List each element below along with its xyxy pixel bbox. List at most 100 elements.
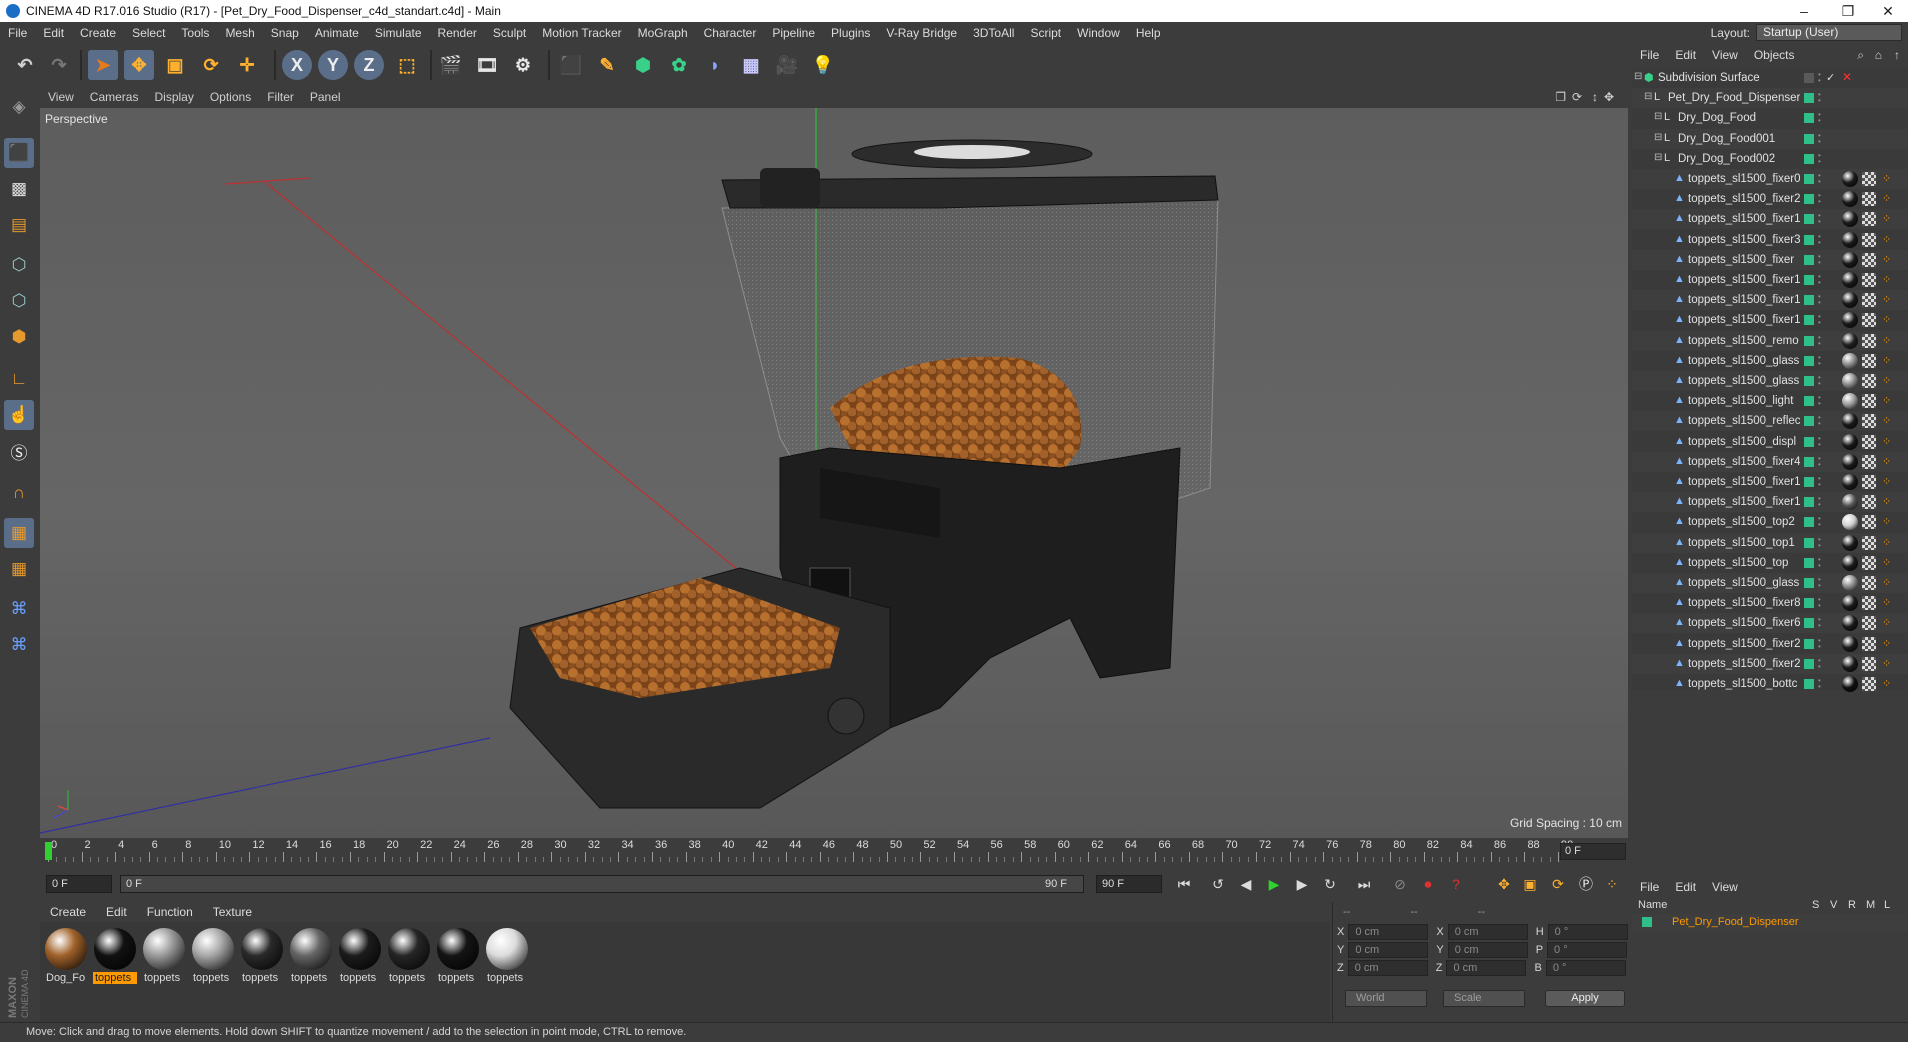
object-row[interactable]: ▲ toppets_sl1500_fixer1 • • ⁘ (1632, 209, 1908, 230)
menu-create[interactable]: Create (72, 26, 124, 40)
visibility-dots-icon[interactable]: • • (1818, 273, 1822, 287)
viewport-menu-view[interactable]: View (40, 90, 82, 104)
material-menu-create[interactable]: Create (40, 905, 96, 919)
texture-tag-icon[interactable] (1862, 454, 1876, 469)
scale-tool-icon[interactable]: ▣ (160, 50, 190, 80)
visibility-dots-icon[interactable]: • • (1818, 151, 1822, 165)
visibility-dots-icon[interactable]: • • (1818, 576, 1822, 590)
viewport-menu-panel[interactable]: Panel (302, 90, 349, 104)
material-tag-icon[interactable] (1842, 494, 1858, 511)
menu-script[interactable]: Script (1022, 26, 1069, 40)
object-row[interactable]: ▲ toppets_sl1500_fixer2 • • ⁘ (1632, 653, 1908, 674)
layer-color-icon[interactable] (1804, 254, 1814, 265)
material-tag-icon[interactable] (1842, 595, 1858, 612)
visibility-dots-icon[interactable]: • • (1818, 454, 1822, 468)
menu-mesh[interactable]: Mesh (217, 26, 262, 40)
menu-edit[interactable]: Edit (35, 26, 72, 40)
texture-tag-icon[interactable] (1862, 576, 1876, 590)
material-tag-icon[interactable] (1842, 514, 1858, 531)
layer-color-icon[interactable] (1804, 618, 1814, 629)
layer-color-icon[interactable] (1804, 497, 1814, 508)
phong-tag-icon[interactable]: ⁘ (1882, 475, 1896, 489)
expand-toggle-icon[interactable]: ⊟ (1634, 71, 1642, 82)
material-tag-icon[interactable] (1842, 373, 1858, 389)
material-menu-function[interactable]: Function (137, 905, 203, 919)
start-frame-field[interactable]: 0 F (46, 875, 112, 893)
visibility-dots-icon[interactable]: • • (1818, 394, 1822, 408)
phong-tag-icon[interactable]: ⁘ (1882, 455, 1896, 469)
solo-mode-icon[interactable]: Ⓢ (4, 436, 34, 466)
rotate-tool-icon[interactable]: ⟳ (196, 50, 226, 80)
position-y-field[interactable]: 0 cm (1348, 942, 1429, 958)
restore-button[interactable]: ❐ (1826, 0, 1870, 22)
layer-color-icon[interactable] (1804, 638, 1814, 649)
object-row[interactable]: ▲ toppets_sl1500_fixer1 • • ⁘ (1632, 290, 1908, 311)
polygons-mode-icon[interactable]: ⬢ (4, 322, 34, 352)
material-tag-icon[interactable] (1842, 433, 1858, 450)
texture-tag-icon[interactable] (1862, 293, 1876, 308)
visibility-dots-icon[interactable]: • • (1818, 636, 1822, 650)
material-tag-icon[interactable] (1842, 635, 1858, 652)
cloner-icon[interactable]: ✿ (664, 50, 694, 80)
material-tag-icon[interactable] (1842, 453, 1858, 470)
layer-color-icon[interactable] (1804, 396, 1814, 407)
tweak-mode-icon[interactable]: ☝ (4, 400, 34, 430)
world-coordinates-icon[interactable]: ⬚ (392, 50, 422, 80)
layout-dropdown[interactable]: Startup (User) (1756, 24, 1902, 41)
texture-tag-icon[interactable] (1862, 374, 1876, 388)
transform-tool-icon[interactable]: ✛ (232, 50, 262, 80)
viewport-menu-display[interactable]: Display (146, 90, 201, 104)
lock-workplane-icon[interactable]: ▦ (4, 518, 34, 548)
visibility-dots-icon[interactable]: • • (1818, 172, 1822, 186)
object-row[interactable]: ▲ toppets_sl1500_fixer4 • • ⁘ (1632, 451, 1908, 472)
material-swatch[interactable]: toppets (142, 928, 186, 984)
record-keys-icon[interactable]: ⊘ (1388, 873, 1412, 895)
material-menu-texture[interactable]: Texture (203, 905, 262, 919)
phong-tag-icon[interactable]: ⁘ (1882, 334, 1896, 348)
size-y-field[interactable]: 0 cm (1447, 942, 1528, 958)
phong-tag-icon[interactable]: ⁘ (1882, 596, 1896, 610)
phong-tag-icon[interactable]: ⁘ (1882, 394, 1896, 408)
rotation-p-field[interactable]: 0 ° (1547, 942, 1628, 958)
visibility-dots-icon[interactable]: • • (1818, 232, 1822, 246)
phong-tag-icon[interactable]: ⁘ (1882, 677, 1896, 691)
object-row[interactable]: ▲ toppets_sl1500_top1 • • ⁘ (1632, 532, 1908, 553)
visibility-dots-icon[interactable]: • • (1818, 333, 1822, 347)
texture-tag-icon[interactable] (1862, 172, 1876, 186)
layer-column-header[interactable]: L (1884, 899, 1890, 911)
layer-column-header[interactable]: Name (1638, 899, 1667, 911)
object-row[interactable]: ▲ toppets_sl1500_glass • • ⁘ (1632, 573, 1908, 593)
material-swatch[interactable]: toppets (240, 928, 284, 984)
phong-tag-icon[interactable]: ⁘ (1882, 637, 1896, 651)
object-row[interactable]: L ⊟ Dry_Dog_Food001 • • (1632, 128, 1908, 149)
z-axis-lock-button[interactable]: Z (354, 50, 384, 80)
object-row[interactable]: L ⊟ Pet_Dry_Food_Dispenser • • (1632, 88, 1908, 109)
phong-tag-icon[interactable]: ⁘ (1882, 515, 1896, 529)
enable-check-icon[interactable]: ✓ (1826, 71, 1835, 84)
layer-color-icon[interactable] (1804, 537, 1814, 548)
visibility-dots-icon[interactable]: • • (1818, 91, 1822, 105)
layer-menu-view[interactable]: View (1704, 880, 1746, 894)
object-menu-objects[interactable]: Objects (1746, 48, 1803, 62)
phong-tag-icon[interactable]: ⁘ (1882, 556, 1896, 570)
visibility-dots-icon[interactable]: • • (1818, 495, 1822, 509)
workplane-mode-icon[interactable]: ▤ (4, 210, 34, 240)
key-pla-icon[interactable]: ⁘ (1600, 873, 1624, 895)
layer-column-header[interactable]: S (1812, 899, 1819, 911)
layer-row[interactable]: Pet_Dry_Food_Dispenser (1632, 914, 1908, 932)
texture-tag-icon[interactable] (1862, 192, 1876, 207)
material-tag-icon[interactable] (1842, 332, 1858, 349)
layer-color-icon[interactable] (1804, 598, 1814, 609)
menu-file[interactable]: File (0, 26, 35, 40)
material-swatch[interactable]: toppets (338, 928, 382, 984)
apply-button[interactable]: Apply (1545, 990, 1625, 1007)
material-swatch[interactable]: toppets (485, 928, 529, 984)
y-axis-lock-button[interactable]: Y (318, 50, 348, 80)
menu-motion-tracker[interactable]: Motion Tracker (534, 26, 629, 40)
material-tag-icon[interactable] (1842, 676, 1858, 692)
texture-tag-icon[interactable] (1862, 495, 1876, 510)
texture-tag-icon[interactable] (1862, 414, 1876, 429)
material-tag-icon[interactable] (1842, 534, 1858, 551)
visibility-dots-icon[interactable]: • • (1818, 212, 1822, 226)
key-rotation-icon[interactable]: ⟳ (1546, 873, 1570, 895)
